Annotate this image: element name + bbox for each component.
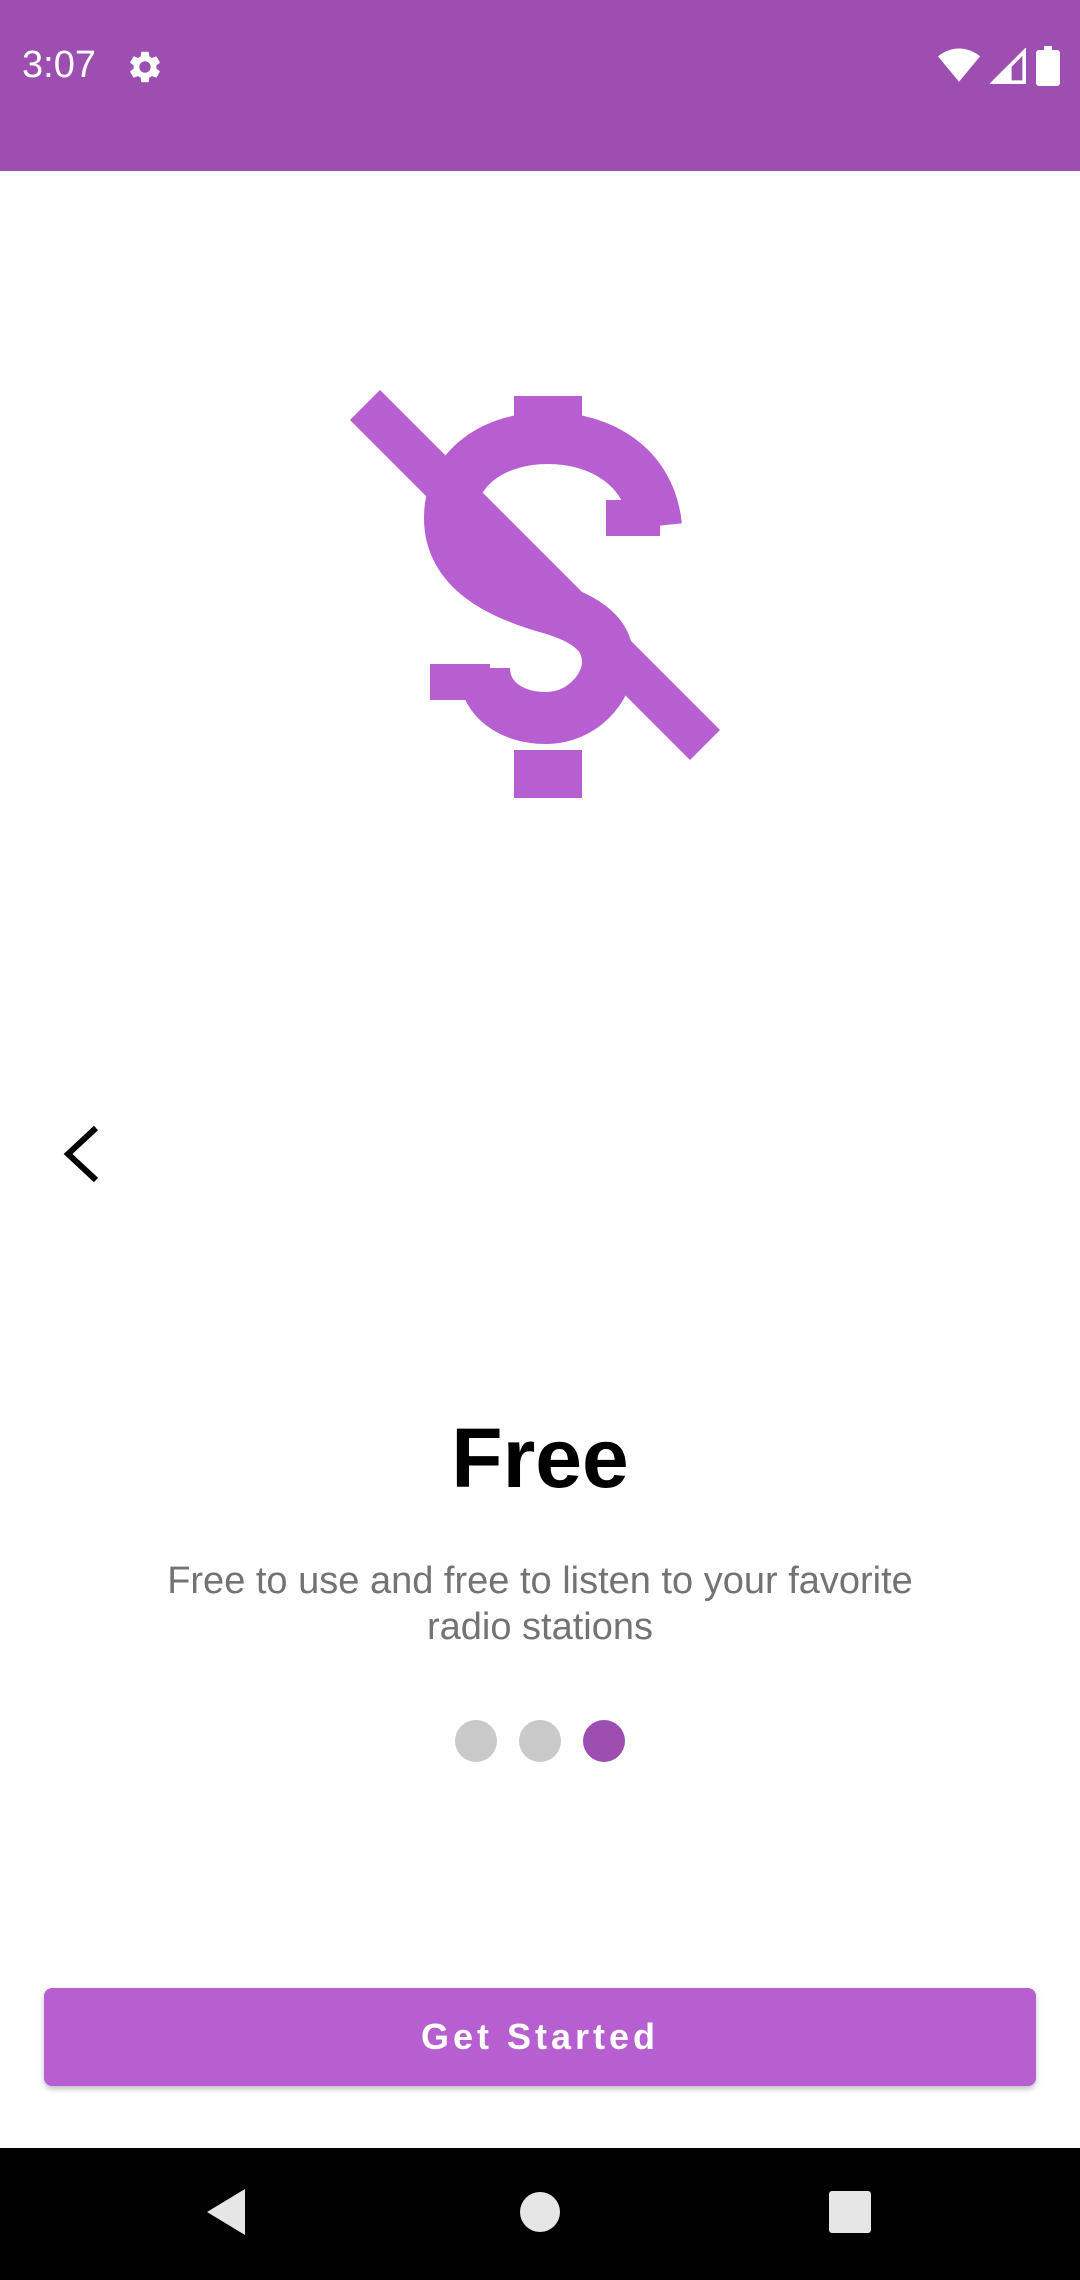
settings-icon [126,48,164,86]
nav-back-button[interactable] [194,2182,258,2246]
nav-recents-button[interactable] [818,2182,882,2246]
status-bar: 3:07 [0,0,1080,171]
page-dot-1[interactable] [455,1720,497,1762]
get-started-button[interactable]: Get Started [44,1988,1036,2086]
onboarding-screen: 3:07 Free Free to use and free to listen… [0,0,1080,2280]
money-off-icon [350,390,730,810]
page-title: Free [451,1411,629,1505]
page-description: Free to use and free to listen to your f… [167,1560,913,1648]
page-dot-2[interactable] [519,1720,561,1762]
page-dot-3-active[interactable] [583,1720,625,1762]
chevron-left-icon [60,1124,104,1189]
battery-icon [1036,45,1060,91]
nav-home-button[interactable] [508,2182,572,2246]
recents-square-icon [829,2190,871,2238]
page-indicator [0,1720,1080,1762]
status-time: 3:07 [22,44,96,86]
cell-signal-icon [989,46,1026,89]
back-triangle-icon [203,2187,249,2242]
status-icons [938,45,1060,91]
home-circle-icon [518,2190,562,2239]
get-started-label: Get Started [420,2016,660,2057]
system-nav-bar [0,2148,1080,2280]
back-button[interactable] [44,1118,120,1194]
wifi-icon [938,48,980,89]
